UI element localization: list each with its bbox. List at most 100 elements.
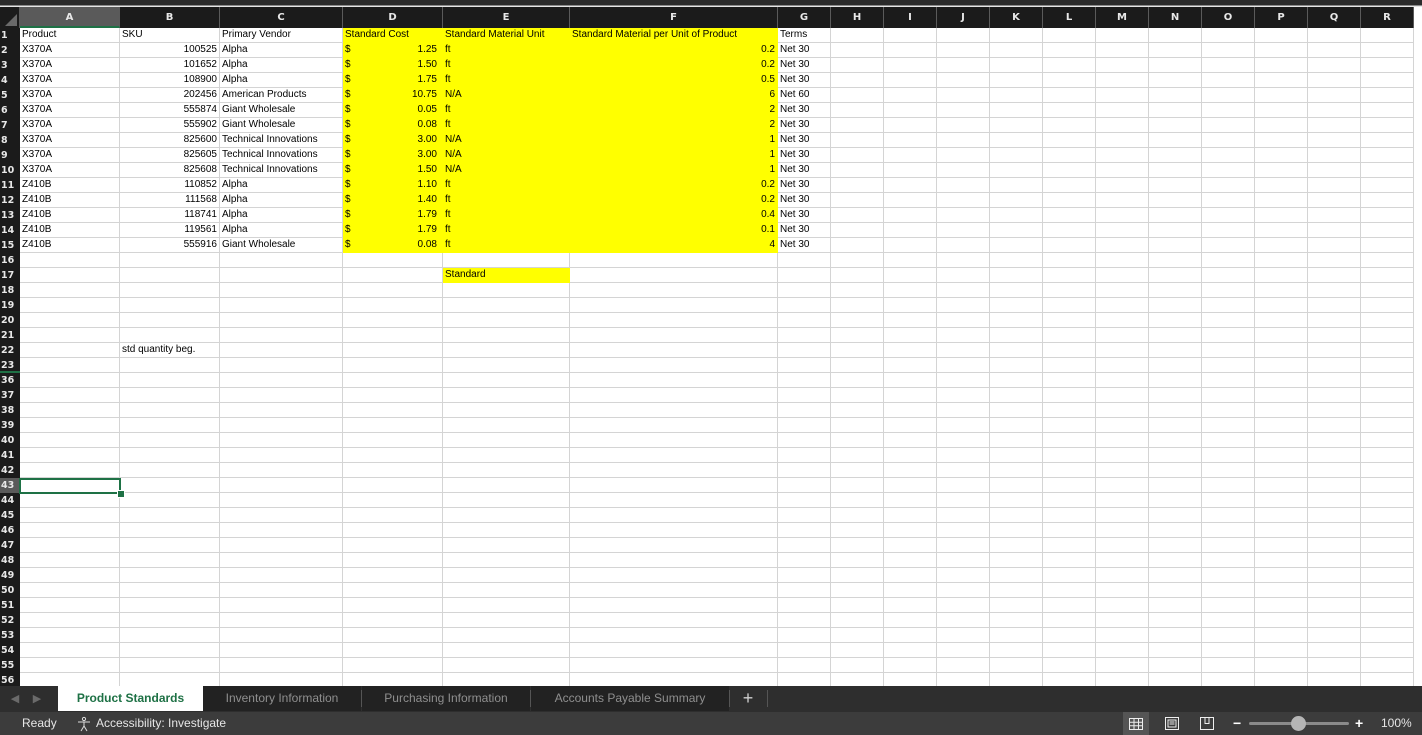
cell-a37[interactable] [20,388,120,403]
cell-p2[interactable] [1255,43,1308,58]
cell-l13[interactable] [1043,208,1096,223]
row-header-56[interactable]: 56 [0,673,20,686]
cell-c39[interactable] [220,418,343,433]
cell-g39[interactable] [778,418,831,433]
cell-i38[interactable] [884,403,937,418]
cell-h13[interactable] [831,208,884,223]
cell-b7[interactable]: 555902 [120,118,220,133]
cell-d18[interactable] [343,283,443,298]
cell-f42[interactable] [570,463,778,478]
cell-i53[interactable] [884,628,937,643]
row-header-47[interactable]: 47 [0,538,20,553]
cell-e8[interactable]: N/A [443,133,570,148]
cell-a11[interactable]: Z410B [20,178,120,193]
cell-n12[interactable] [1149,193,1202,208]
cell-g6[interactable]: Net 30 [778,103,831,118]
cell-p22[interactable] [1255,343,1308,358]
cell-e6[interactable]: ft [443,103,570,118]
cell-k41[interactable] [990,448,1043,463]
cell-d49[interactable] [343,568,443,583]
cell-l54[interactable] [1043,643,1096,658]
cell-c46[interactable] [220,523,343,538]
cell-e53[interactable] [443,628,570,643]
row-header-36[interactable]: 36 [0,373,20,388]
cell-l1[interactable] [1043,28,1096,43]
row-header-37[interactable]: 37 [0,388,20,403]
cell-a53[interactable] [20,628,120,643]
cell-r55[interactable] [1361,658,1414,673]
cell-g5[interactable]: Net 60 [778,88,831,103]
cell-l56[interactable] [1043,673,1096,686]
cell-f50[interactable] [570,583,778,598]
cell-d16[interactable] [343,253,443,268]
cell-i43[interactable] [884,478,937,493]
cell-n8[interactable] [1149,133,1202,148]
cell-c18[interactable] [220,283,343,298]
cell-c40[interactable] [220,433,343,448]
cell-i49[interactable] [884,568,937,583]
add-sheet-button[interactable]: + [731,686,765,711]
column-header-o[interactable]: O [1202,7,1255,28]
cell-b1[interactable]: SKU [120,28,220,43]
cell-o20[interactable] [1202,313,1255,328]
zoom-in-button[interactable]: + [1355,712,1363,735]
cell-m5[interactable] [1096,88,1149,103]
cell-f15[interactable]: 4 [570,238,778,253]
cell-n52[interactable] [1149,613,1202,628]
cell-q36[interactable] [1308,373,1361,388]
cell-f39[interactable] [570,418,778,433]
cell-c17[interactable] [220,268,343,283]
cell-m56[interactable] [1096,673,1149,686]
cell-o16[interactable] [1202,253,1255,268]
cell-p52[interactable] [1255,613,1308,628]
cell-e3[interactable]: ft [443,58,570,73]
cell-c15[interactable]: Giant Wholesale [220,238,343,253]
cell-j40[interactable] [937,433,990,448]
cell-g48[interactable] [778,553,831,568]
cell-l53[interactable] [1043,628,1096,643]
cell-i44[interactable] [884,493,937,508]
cell-d40[interactable] [343,433,443,448]
cell-a56[interactable] [20,673,120,686]
cell-o44[interactable] [1202,493,1255,508]
cell-p38[interactable] [1255,403,1308,418]
cell-h47[interactable] [831,538,884,553]
cell-c16[interactable] [220,253,343,268]
cell-n14[interactable] [1149,223,1202,238]
cell-m15[interactable] [1096,238,1149,253]
cell-b13[interactable]: 118741 [120,208,220,223]
cell-f7[interactable]: 2 [570,118,778,133]
cell-o46[interactable] [1202,523,1255,538]
cell-f46[interactable] [570,523,778,538]
cell-r43[interactable] [1361,478,1414,493]
cell-f43[interactable] [570,478,778,493]
cell-g52[interactable] [778,613,831,628]
cell-h43[interactable] [831,478,884,493]
cell-q10[interactable] [1308,163,1361,178]
row-header-23[interactable]: 23 [0,358,20,373]
cell-b50[interactable] [120,583,220,598]
cell-h21[interactable] [831,328,884,343]
cell-n23[interactable] [1149,358,1202,373]
column-header-r[interactable]: R [1361,7,1414,28]
cell-p56[interactable] [1255,673,1308,686]
cell-l20[interactable] [1043,313,1096,328]
cell-o51[interactable] [1202,598,1255,613]
cell-b52[interactable] [120,613,220,628]
row-header-38[interactable]: 38 [0,403,20,418]
cell-g45[interactable] [778,508,831,523]
column-header-q[interactable]: Q [1308,7,1361,28]
cell-i10[interactable] [884,163,937,178]
cell-k49[interactable] [990,568,1043,583]
cell-e16[interactable] [443,253,570,268]
cell-j43[interactable] [937,478,990,493]
cell-h8[interactable] [831,133,884,148]
column-header-a[interactable]: A [20,7,120,28]
cell-k36[interactable] [990,373,1043,388]
cell-e11[interactable]: ft [443,178,570,193]
cell-b2[interactable]: 100525 [120,43,220,58]
next-sheet-arrow-icon[interactable]: ▶ [27,686,47,712]
cell-n56[interactable] [1149,673,1202,686]
cell-p7[interactable] [1255,118,1308,133]
cell-d21[interactable] [343,328,443,343]
